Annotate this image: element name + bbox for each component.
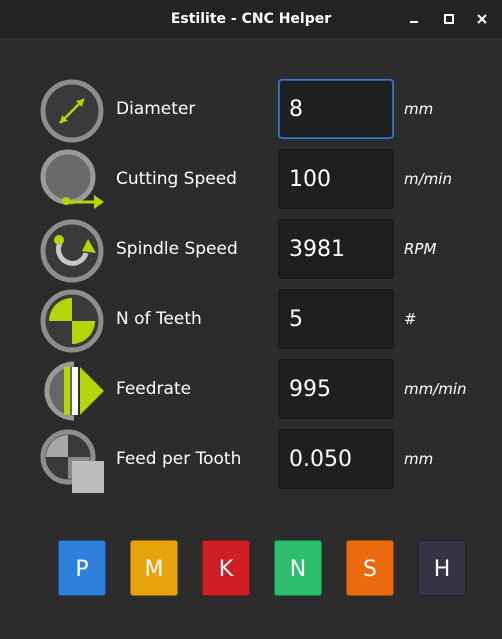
material-n-button[interactable]: N [274, 540, 322, 596]
title-bar: Estilite - CNC Helper [0, 0, 502, 39]
cutting-speed-icon [40, 149, 104, 209]
close-icon[interactable] [473, 10, 491, 28]
feed-per-tooth-label: Feed per Tooth [116, 449, 242, 469]
feedrate-label: Feedrate [116, 379, 192, 399]
material-p-button[interactable]: P [58, 540, 106, 596]
material-m-button[interactable]: M [130, 540, 178, 596]
minimize-icon[interactable] [405, 10, 423, 28]
spindle-speed-input[interactable] [278, 219, 394, 279]
teeth-icon [40, 289, 104, 353]
spindle-speed-label: Spindle Speed [116, 239, 238, 259]
spindle-speed-unit: RPM [404, 240, 437, 258]
diameter-label: Diameter [116, 99, 196, 119]
teeth-input[interactable] [278, 289, 394, 349]
diameter-row: Diameter mm [0, 79, 502, 143]
cutting-speed-label: Cutting Speed [116, 169, 237, 189]
feedrate-row: Feedrate mm/min [0, 359, 502, 421]
feedrate-input[interactable] [278, 359, 394, 419]
feed-per-tooth-icon [40, 429, 104, 493]
cutting-speed-row: Cutting Speed m/min [0, 149, 502, 211]
material-h-button[interactable]: H [418, 540, 466, 596]
teeth-label: N of Teeth [116, 309, 202, 329]
material-k-button[interactable]: K [202, 540, 250, 596]
main-window: Diameter mm Cutting Speed m/min Spindle … [0, 38, 502, 639]
spindle-speed-row: Spindle Speed RPM [0, 219, 502, 283]
teeth-unit: # [404, 310, 417, 328]
feedrate-unit: mm/min [404, 380, 467, 398]
feed-per-tooth-input[interactable] [278, 429, 394, 489]
spindle-speed-icon [40, 219, 104, 283]
diameter-input[interactable] [278, 79, 394, 139]
feed-per-tooth-row: Feed per Tooth mm [0, 429, 502, 493]
teeth-row: N of Teeth # [0, 289, 502, 353]
maximize-icon[interactable] [440, 10, 458, 28]
feedrate-icon [44, 361, 104, 421]
cutting-speed-input[interactable] [278, 149, 394, 209]
diameter-unit: mm [404, 100, 434, 118]
cutting-speed-unit: m/min [404, 170, 452, 188]
diameter-icon [40, 79, 104, 143]
feed-per-tooth-unit: mm [404, 450, 434, 468]
window-title: Estilite - CNC Helper [170, 11, 332, 27]
material-s-button[interactable]: S [346, 540, 394, 596]
